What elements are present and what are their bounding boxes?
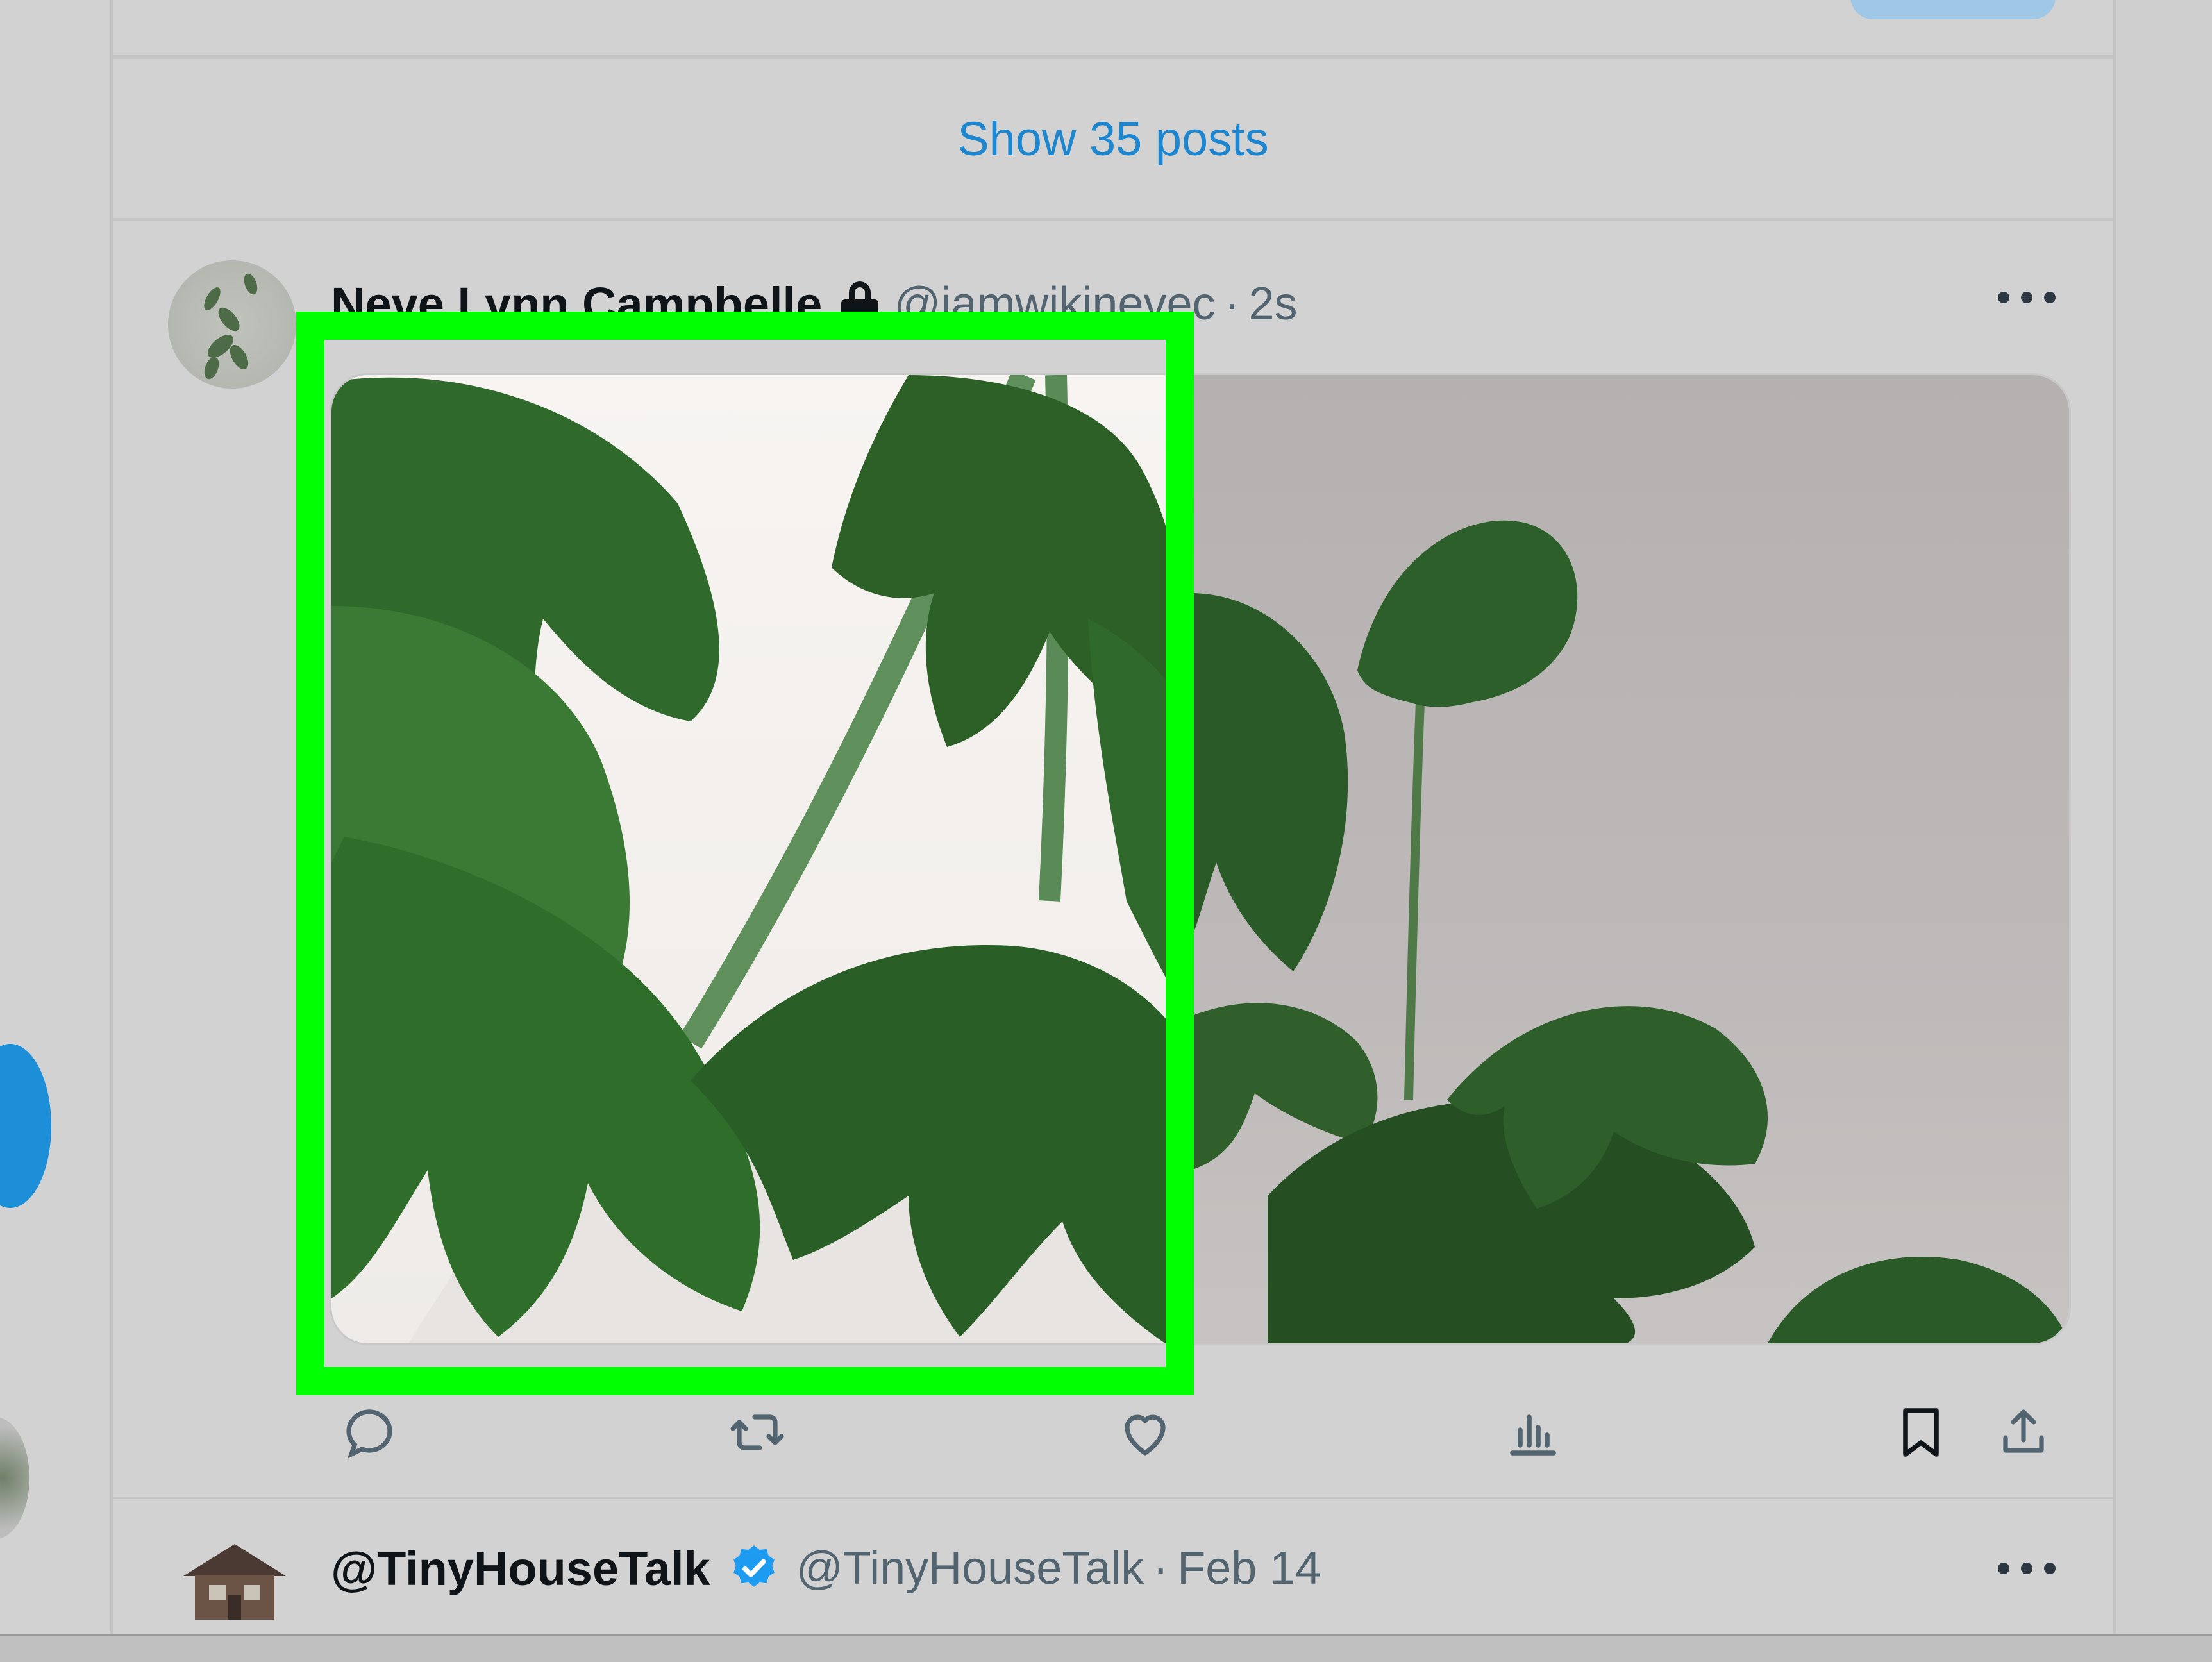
more-icon[interactable]	[1998, 1556, 2056, 1581]
like-icon[interactable]	[1107, 1394, 1184, 1471]
post-header: @TinyHouseTalk @TinyHouseTalk · Feb 14	[331, 1530, 1321, 1607]
post-header: Neve Lynn Campbelle @iamwikinevec · 2s	[331, 265, 1298, 342]
bookmark-icon[interactable]	[1882, 1394, 1959, 1471]
author-handle[interactable]: @TinyHouseTalk	[796, 1542, 1144, 1595]
author-handle[interactable]: @iamwikinevec	[894, 278, 1215, 330]
separator: ·	[1153, 1543, 1169, 1594]
views-icon[interactable]	[1495, 1394, 1571, 1471]
repost-icon[interactable]	[719, 1394, 796, 1471]
media-image-1[interactable]	[331, 375, 1191, 1343]
feed-top-bar	[113, 0, 2113, 59]
monstera-image-left	[331, 375, 1191, 1343]
author-avatar[interactable]	[168, 260, 296, 389]
show-new-posts-label: Show 35 posts	[957, 112, 1269, 165]
media-image-2[interactable]	[1191, 375, 2069, 1343]
account-avatar[interactable]	[0, 1417, 29, 1539]
post-timestamp[interactable]: 2s	[1249, 278, 1298, 330]
verified-icon	[727, 1541, 781, 1595]
post-media[interactable]	[330, 373, 2071, 1345]
left-sidebar	[0, 0, 110, 1659]
reply-icon[interactable]	[331, 1394, 408, 1471]
author-display-name[interactable]: Neve Lynn Campbelle	[331, 277, 822, 332]
author-display-name[interactable]: @TinyHouseTalk	[331, 1541, 710, 1596]
tiny-house-icon	[183, 1544, 286, 1620]
post-actions	[331, 1394, 2062, 1471]
lock-icon	[841, 281, 879, 326]
more-icon[interactable]	[1998, 285, 2056, 310]
show-new-posts-button[interactable]: Show 35 posts	[113, 59, 2113, 221]
monstera-image-right	[1191, 520, 2069, 1343]
bookmark-share-group	[1882, 1394, 2062, 1471]
timeline-feed: Show 35 posts Neve Lynn Campbelle @iamwi…	[110, 0, 2116, 1659]
post-submit-button[interactable]	[1850, 0, 2056, 19]
separator: ·	[1224, 278, 1240, 330]
author-avatar[interactable]	[177, 1538, 292, 1627]
post-timestamp[interactable]: Feb 14	[1177, 1542, 1321, 1595]
post-card[interactable]: Neve Lynn Campbelle @iamwikinevec · 2s	[113, 221, 2113, 1499]
share-icon[interactable]	[1985, 1394, 2062, 1471]
taskbar-strip	[0, 1634, 2212, 1662]
compose-post-button[interactable]	[0, 1044, 51, 1208]
